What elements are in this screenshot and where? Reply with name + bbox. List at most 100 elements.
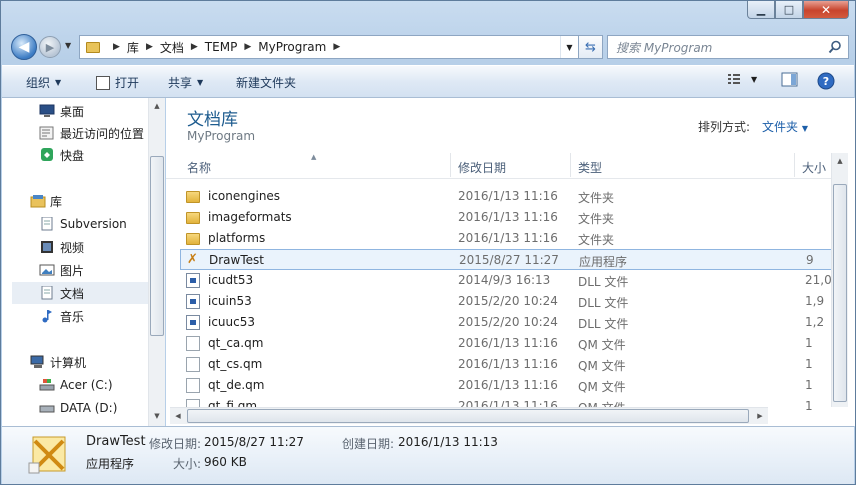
system-drive-icon xyxy=(39,379,55,391)
close-button[interactable]: ✕ xyxy=(803,1,849,19)
share-label: 共享 xyxy=(168,76,193,90)
help-button[interactable]: ? xyxy=(817,72,835,90)
nav-item-kuaipan[interactable]: 快盘 xyxy=(12,144,149,166)
file-row[interactable]: icuuc53 2015/2/20 10:24 DLL 文件 1,2 xyxy=(180,312,840,333)
file-row[interactable]: qt_cs.qm 2016/1/13 11:16 QM 文件 1 xyxy=(180,354,840,375)
chevron-down-icon: ▼ xyxy=(751,75,758,84)
arrange-by-dropdown[interactable]: 文件夹 ▼ xyxy=(762,118,808,135)
column-size[interactable]: 大小 xyxy=(802,159,826,176)
arrow-left-icon: ◀ xyxy=(18,39,30,55)
breadcrumb-separator-icon[interactable]: ▶ xyxy=(113,42,120,52)
column-date[interactable]: 修改日期 xyxy=(458,159,506,176)
arrange-by-label: 排列方式: xyxy=(698,120,751,134)
recent-pages-button[interactable]: ▼ xyxy=(65,41,71,50)
scroll-down-icon[interactable]: ▼ xyxy=(149,408,165,424)
file-date: 2016/1/13 11:16 xyxy=(458,336,558,350)
file-list-horizontal-scrollbar[interactable]: ◀ ▶ xyxy=(170,407,768,424)
preview-pane-icon xyxy=(781,72,798,87)
nav-item-desktop[interactable]: 桌面 xyxy=(12,100,149,122)
breadcrumb-separator-icon[interactable]: ▶ xyxy=(333,42,340,52)
nav-item-libraries[interactable]: 库 xyxy=(2,190,149,212)
file-name: icudt53 xyxy=(208,273,254,287)
nav-item-videos[interactable]: 视频 xyxy=(12,236,149,258)
organize-menu-button[interactable]: 组织 ▼ xyxy=(26,74,61,91)
file-list-scroll-thumb[interactable] xyxy=(833,184,847,402)
forward-button[interactable]: ▶ xyxy=(39,36,61,58)
file-type: QM 文件 xyxy=(578,359,626,373)
column-type[interactable]: 类型 xyxy=(578,159,602,176)
address-dropdown-button[interactable]: ▼ xyxy=(560,36,578,58)
address-bar[interactable]: ▶ 库 ▶ 文档 ▶ TEMP ▶ MyProgram ▶ ▼ xyxy=(79,35,579,59)
breadcrumb-separator-icon[interactable]: ▶ xyxy=(146,42,153,52)
file-row[interactable]: iconengines 2016/1/13 11:16 文件夹 xyxy=(180,186,840,207)
file-type: DLL 文件 xyxy=(578,296,629,310)
refresh-button[interactable]: ⇆ xyxy=(579,35,603,59)
back-button[interactable]: ◀ xyxy=(11,34,37,60)
selected-file-name: DrawTest xyxy=(86,434,146,449)
breadcrumb-myprogram[interactable]: MyProgram xyxy=(258,40,326,54)
nav-item-drive-c[interactable]: Acer (C:) xyxy=(12,374,149,396)
breadcrumb-library[interactable]: 库 xyxy=(127,39,139,56)
new-folder-button[interactable]: 新建文件夹 xyxy=(236,74,296,91)
file-row[interactable]: ✗ DrawTest 2015/8/27 11:27 应用程序 9 xyxy=(180,249,840,270)
file-type: DLL 文件 xyxy=(578,275,629,289)
file-row[interactable]: qt_de.qm 2016/1/13 11:16 QM 文件 1 xyxy=(180,375,840,396)
recent-places-icon xyxy=(39,126,54,140)
file-row[interactable]: platforms 2016/1/13 11:16 文件夹 xyxy=(180,228,840,249)
file-type: DLL 文件 xyxy=(578,317,629,331)
scroll-right-icon[interactable]: ▶ xyxy=(752,408,768,424)
nav-item-label: 文档 xyxy=(60,286,85,301)
maximize-button[interactable]: □ xyxy=(775,1,803,19)
scroll-up-icon[interactable]: ▲ xyxy=(832,153,848,169)
file-row[interactable]: icuin53 2015/2/20 10:24 DLL 文件 1,9 xyxy=(180,291,840,312)
breadcrumb-separator-icon[interactable]: ▶ xyxy=(191,42,198,52)
computer-icon xyxy=(30,355,44,368)
file-name: qt_cs.qm xyxy=(208,357,263,371)
column-divider[interactable] xyxy=(794,153,795,177)
explorer-window: ▁ □ ✕ ◀ ▶ ▼ ▶ 库 ▶ 文档 ▶ TEMP ▶ MyProgram … xyxy=(0,0,856,485)
column-divider[interactable] xyxy=(450,153,451,177)
nav-item-drive-d[interactable]: DATA (D:) xyxy=(12,397,149,419)
organize-label: 组织 xyxy=(26,76,51,90)
column-name[interactable]: 名称 xyxy=(187,159,211,176)
scroll-left-icon[interactable]: ◀ xyxy=(170,408,186,424)
file-list-scrollbar[interactable]: ▲ xyxy=(831,153,848,407)
preview-pane-button[interactable] xyxy=(781,72,799,88)
nav-item-label: 视频 xyxy=(60,240,85,255)
file-row[interactable]: qt_ca.qm 2016/1/13 11:16 QM 文件 1 xyxy=(180,333,840,354)
nav-item-documents[interactable]: 文档 xyxy=(12,282,149,304)
sort-ascending-icon: ▲ xyxy=(311,153,317,161)
open-app-icon xyxy=(96,75,110,90)
open-button[interactable]: 打开 xyxy=(96,74,139,91)
nav-item-music[interactable]: 音乐 xyxy=(12,305,149,327)
column-divider[interactable] xyxy=(570,153,571,177)
view-options-button[interactable] xyxy=(727,72,743,86)
nav-item-recent-places[interactable]: 最近访问的位置 xyxy=(12,122,149,144)
nav-item-computer[interactable]: 计算机 xyxy=(2,351,149,373)
file-row[interactable]: imageformats 2016/1/13 11:16 文件夹 xyxy=(180,207,840,228)
video-icon xyxy=(41,241,53,253)
nav-item-pictures[interactable]: 图片 xyxy=(12,259,149,281)
library-folder-icon xyxy=(30,195,46,208)
search-input[interactable]: 搜索 MyProgram xyxy=(607,35,849,59)
nav-item-subversion[interactable]: Subversion xyxy=(12,213,149,235)
breadcrumb-separator-icon[interactable]: ▶ xyxy=(244,42,251,52)
nav-item-label: 桌面 xyxy=(60,104,85,119)
view-options-dropdown[interactable]: ▼ xyxy=(751,75,757,84)
details-pane: DrawTest 应用程序 修改日期: 2015/8/27 11:27 创建日期… xyxy=(2,426,854,484)
nav-item-label: 库 xyxy=(50,194,63,209)
nav-item-label: 图片 xyxy=(60,263,85,278)
breadcrumb-documents[interactable]: 文档 xyxy=(160,39,184,56)
breadcrumb-temp[interactable]: TEMP xyxy=(205,40,238,54)
nav-pane-scrollbar[interactable]: ▲ ▼ xyxy=(148,98,165,426)
share-menu-button[interactable]: 共享 ▼ xyxy=(168,74,203,91)
file-row[interactable]: icudt53 2014/9/3 16:13 DLL 文件 21,0 xyxy=(180,270,840,291)
nav-pane-scroll-thumb[interactable] xyxy=(150,156,164,336)
minimize-button[interactable]: ▁ xyxy=(747,1,775,19)
file-type: 文件夹 xyxy=(578,233,615,247)
scroll-up-icon[interactable]: ▲ xyxy=(149,98,165,114)
file-date: 2016/1/13 11:16 xyxy=(458,189,558,203)
file-date: 2015/2/20 10:24 xyxy=(458,294,558,308)
file-type: QM 文件 xyxy=(578,380,626,394)
horizontal-scroll-thumb[interactable] xyxy=(187,409,749,423)
